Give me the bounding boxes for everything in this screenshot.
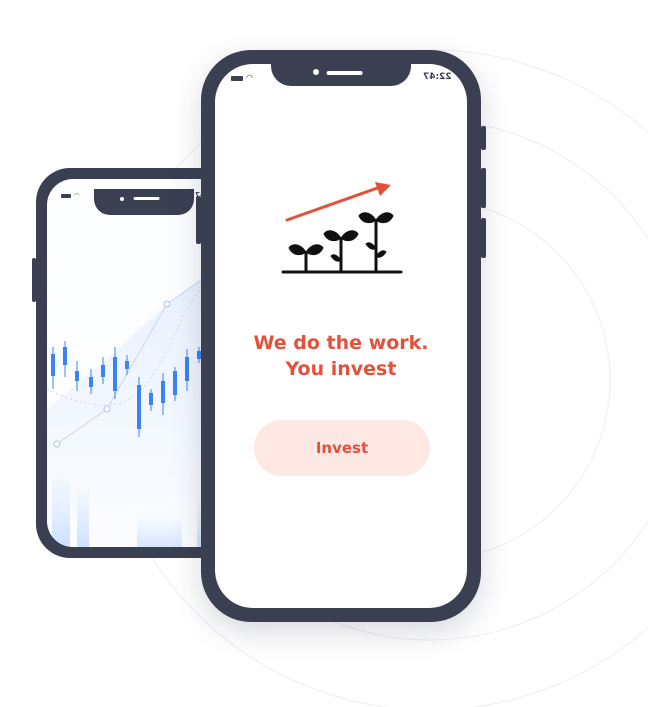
back-phone-side-button — [32, 258, 36, 302]
candle — [75, 371, 79, 381]
front-phone-button-top — [481, 126, 486, 150]
candle — [125, 361, 129, 369]
candle — [101, 365, 105, 377]
candle — [161, 381, 165, 403]
volume-bar — [137, 519, 182, 547]
candle — [51, 354, 55, 376]
front-phone-notch — [271, 64, 411, 86]
battery-icon — [231, 75, 243, 81]
volume-bar — [52, 479, 70, 547]
candle — [149, 393, 153, 405]
front-phone-button-mid — [481, 168, 486, 208]
candle — [113, 357, 117, 391]
candle — [173, 371, 177, 395]
wifi-icon: ◠ — [246, 73, 253, 82]
growth-plants-icon — [281, 182, 403, 274]
trend-point — [53, 440, 61, 448]
headline-line-1: We do the work. — [253, 332, 429, 354]
camera-dot — [313, 69, 319, 75]
trend-point — [103, 405, 111, 413]
front-status-time: 22:47 — [423, 72, 452, 82]
front-phone-screen: ◠ 22:47 We do the work. You invest Inves… — [215, 64, 467, 608]
candle — [185, 357, 189, 381]
speaker-grille — [326, 71, 363, 75]
candle — [137, 385, 141, 429]
trend-point — [163, 300, 171, 308]
trend-arrow-icon — [285, 182, 391, 222]
front-phone-button-low — [481, 218, 486, 258]
volume-bar — [77, 489, 89, 547]
headline: We do the work. You invest — [215, 330, 467, 382]
candle — [63, 347, 67, 365]
front-phone: ◠ 22:47 We do the work. You invest Inves… — [201, 50, 481, 622]
front-status-icons: ◠ — [231, 74, 253, 82]
headline-line-2: You invest — [285, 358, 397, 380]
candle — [89, 377, 93, 387]
invest-button[interactable]: Invest — [254, 420, 430, 476]
